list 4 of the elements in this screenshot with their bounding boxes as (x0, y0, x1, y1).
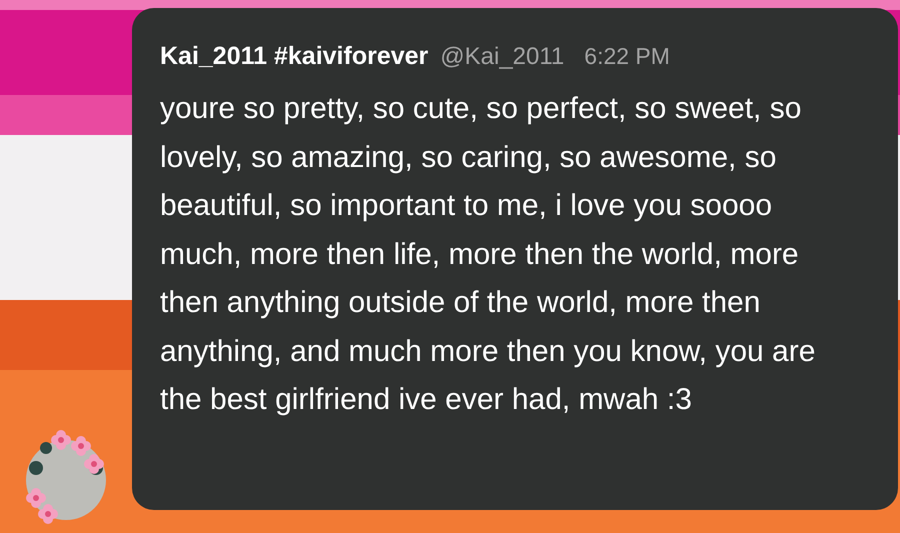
timestamp: 6:22 PM (584, 43, 670, 70)
message-text: youre so pretty, so cute, so perfect, so sweet, so lovely, so amazing, so caring, so awesome, so beautiful, so important to me, i love you soooo much, more then life, more then the world, more then anything outside of the world, more then anything, and much more then you know, you are the best girlfriend ive ever had, mwah :3 (160, 91, 816, 418)
display-name: Kai_2011 #kaiviforever (160, 42, 428, 71)
user-handle: @Kai_2011 (440, 43, 564, 71)
